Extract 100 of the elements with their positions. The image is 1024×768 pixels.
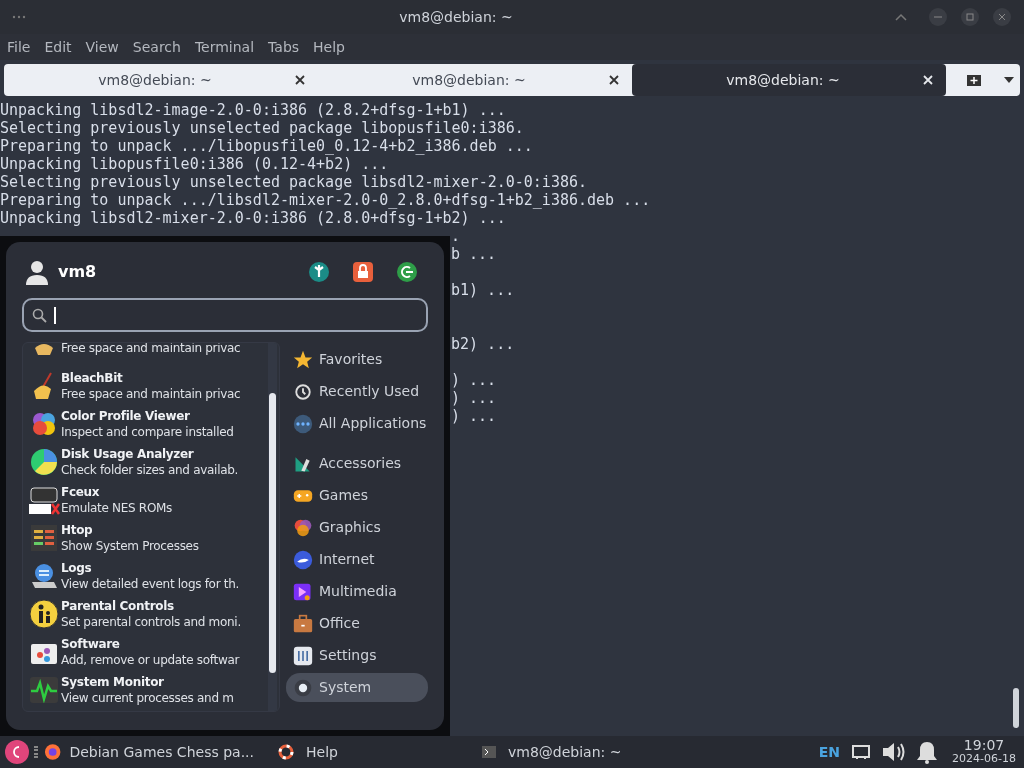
tab[interactable]: vm8@debian: ~ <box>632 64 946 96</box>
app-description: View detailed event logs for th. <box>61 576 240 592</box>
terminal-line: Unpacking libsdl2-image-2.0-0:i386 (2.8.2+dfsg-1+b1) ... <box>0 101 506 119</box>
app-description: Add, remove or update softwar <box>61 652 240 668</box>
app-item[interactable]: Parental Controls Set parental controls and moni. <box>23 595 279 633</box>
keyboard-language[interactable]: EN <box>818 741 841 763</box>
log-viewer-icon <box>30 562 58 590</box>
close-tab-icon[interactable] <box>608 74 620 86</box>
terminal-line: ) ... <box>451 389 497 407</box>
console-icon <box>28 485 60 515</box>
network-icon[interactable] <box>852 744 871 760</box>
terminal-line: Unpacking libopusfile0:i386 (0.12-4+b2) ... <box>0 155 389 173</box>
terminal-line: Preparing to unpack .../libsdl2-mixer-2.0-0_2.8.0+dfsg-1+b2_i386.deb ... <box>0 191 651 209</box>
terminal-line: Selecting previously unselected package libsdl2-mixer-2.0-0:i386. <box>0 173 587 191</box>
lifebuoy-icon <box>278 744 294 760</box>
terminal-line: b2) ... <box>451 335 515 353</box>
app-name: Color Profile Viewer <box>61 408 191 424</box>
user-name: vm8 <box>58 261 98 283</box>
lock-icon[interactable] <box>352 261 374 283</box>
scrollbar-track[interactable] <box>268 343 277 711</box>
dropdown-caret-icon[interactable] <box>1003 76 1015 84</box>
terminal-line: Unpacking libsdl2-mixer-2.0-0:i386 (2.8.0+dfsg-1+b2) ... <box>0 209 506 227</box>
app-description: Show System Processes <box>61 538 199 554</box>
tab[interactable]: vm8@debian: ~ <box>4 64 318 96</box>
app-item[interactable]: Fceux Emulate NES ROMs <box>23 481 279 519</box>
briefcase-icon <box>293 612 313 635</box>
app-item[interactable]: Logs View detailed event logs for th. <box>23 557 279 595</box>
menu-item[interactable]: View <box>85 36 119 58</box>
scrollbar-thumb[interactable] <box>269 393 276 673</box>
category-item[interactable]: System <box>286 673 428 702</box>
petals-icon <box>30 410 58 438</box>
minimize-up-icon[interactable] <box>894 12 908 22</box>
logout-icon[interactable] <box>396 261 418 283</box>
app-item[interactable]: Software Add, remove or update softwar <box>23 633 279 671</box>
app-name: Disk Usage Analyzer <box>61 446 195 462</box>
app-item[interactable]: Disk Usage Analyzer Check folder sizes and availab. <box>23 443 279 481</box>
taskbar-task[interactable]: Debian Games Chess pa... <box>44 741 254 763</box>
broom-icon <box>32 343 56 358</box>
tab[interactable]: vm8@debian: ~ <box>318 64 632 96</box>
app-item[interactable]: BleachBit Free space and maintain privac <box>23 367 279 405</box>
category-item[interactable]: Graphics <box>286 513 428 542</box>
clock-icon <box>293 382 313 401</box>
app-item[interactable]: System Monitor View current processes and m <box>23 671 279 709</box>
start-menu-icon[interactable] <box>4 739 30 765</box>
new-tab-icon[interactable] <box>966 73 982 87</box>
terminal-line: b1) ... <box>451 281 515 299</box>
app-description: Inspect and compare installed <box>61 424 234 440</box>
menu-item[interactable]: Help <box>313 36 345 58</box>
category-item[interactable]: Recently Used <box>286 377 428 406</box>
notification-bell-icon[interactable] <box>916 740 939 764</box>
menu-item[interactable]: Search <box>132 36 181 58</box>
sliders-icon <box>293 644 313 667</box>
browser-icon <box>44 743 62 761</box>
clock-date[interactable]: 2024-06-18 <box>952 752 1016 766</box>
app-description: View current processes and m <box>61 690 234 706</box>
app-item[interactable]: Color Profile Viewer Inspect and compare installed <box>23 405 279 443</box>
app-name: Parental Controls <box>61 598 175 614</box>
menu-item[interactable]: Terminal <box>194 36 255 58</box>
close-icon[interactable] <box>992 7 1012 27</box>
app-description: Free space and maintain privac <box>61 343 241 356</box>
app-item[interactable]: Free space and maintain privac <box>23 343 279 367</box>
terminal-line: . <box>451 227 461 245</box>
menu-item[interactable]: Tabs <box>268 36 300 58</box>
search-icon <box>32 307 47 323</box>
terminal-line: b ... <box>451 245 497 263</box>
app-item[interactable]: Htop Show System Processes <box>23 519 279 557</box>
menu-item[interactable]: File <box>7 36 31 58</box>
terminal-line: Preparing to unpack .../libopusfile0_0.12-4+b2_i386.deb ... <box>0 137 533 155</box>
category-item[interactable]: Favorites <box>286 345 428 374</box>
scrollbar-thumb[interactable] <box>1013 688 1019 728</box>
category-item[interactable]: All Applications <box>286 409 428 438</box>
window-title: vm8@debian: ~ <box>398 7 514 27</box>
clock-time[interactable]: 19:07 <box>963 738 1005 752</box>
category-item[interactable]: Settings <box>286 641 428 670</box>
app-name: Software <box>61 636 121 652</box>
category-item[interactable]: Multimedia <box>286 577 428 606</box>
app-name: Htop <box>61 522 94 538</box>
category-item[interactable]: Games <box>286 481 428 510</box>
close-tab-icon[interactable] <box>294 74 306 86</box>
terminal-line: Selecting previously unselected package libopusfile0:i386. <box>0 119 524 137</box>
taskbar-task[interactable]: Help <box>278 741 458 763</box>
app-name: BleachBit <box>61 370 124 386</box>
taskbar-task[interactable]: vm8@debian: ~ <box>482 741 802 763</box>
handle-icon[interactable] <box>34 746 38 758</box>
terminal-icon <box>482 746 496 758</box>
app-description: Free space and maintain privac <box>61 386 241 402</box>
terminal-line: ) ... <box>451 407 497 425</box>
menu-item[interactable]: Edit <box>44 36 72 58</box>
category-item[interactable]: Office <box>286 609 428 638</box>
meter-grid-icon <box>30 524 58 552</box>
app-description: Set parental controls and moni. <box>61 614 241 630</box>
window-menu-icon[interactable] <box>12 15 26 19</box>
category-item[interactable]: Internet <box>286 545 428 574</box>
pulse-icon <box>30 677 58 703</box>
pie-chart-icon <box>30 448 58 476</box>
search-field[interactable] <box>22 298 428 332</box>
app-name: Logs <box>61 560 93 576</box>
category-item[interactable]: Accessories <box>286 449 428 478</box>
user-icon <box>24 259 50 285</box>
app-description: Check folder sizes and availab. <box>61 462 239 478</box>
